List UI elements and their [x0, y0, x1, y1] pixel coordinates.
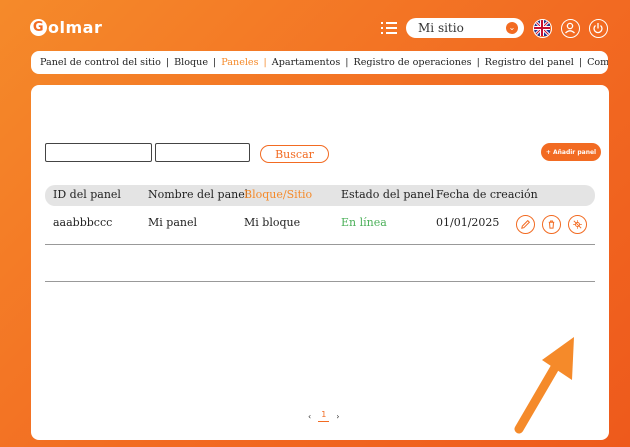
unlink-icon[interactable] — [568, 215, 587, 234]
column-header-status: Estado del panel — [341, 188, 435, 201]
nav-separator: | — [345, 57, 349, 68]
golmar-logo: G olmar — [30, 18, 102, 37]
list-icon[interactable] — [381, 20, 397, 36]
nav-separator: | — [578, 57, 583, 68]
nav-separator: | — [165, 57, 170, 68]
column-header-block: Bloque/Sitio — [244, 188, 313, 201]
site-select-value: Mi sitio — [418, 21, 464, 35]
nav-separator: | — [476, 57, 480, 68]
logo-text: olmar — [48, 18, 103, 37]
add-panel-button[interactable]: + Añadir panel — [541, 143, 601, 161]
logout-icon[interactable] — [589, 18, 608, 38]
chevron-down-icon: ⌄ — [506, 22, 518, 34]
pagination: ‹ 1 › — [308, 410, 340, 422]
prev-page-button[interactable]: ‹ — [308, 412, 311, 421]
main-panel: Buscar + Añadir panel ID del panel Nombr… — [31, 85, 609, 440]
nav-item-panel-log[interactable]: Registro del panel — [485, 57, 574, 68]
search-input-2[interactable] — [155, 143, 250, 162]
page-number-current[interactable]: 1 — [318, 410, 330, 422]
next-page-button[interactable]: › — [336, 412, 339, 421]
cell-panel-id: aaabbbccc — [53, 216, 113, 229]
nav-separator: | — [213, 57, 217, 68]
table-header: ID del panel Nombre del panel Bloque/Sit… — [45, 185, 595, 206]
uk-flag-icon[interactable] — [533, 18, 552, 38]
main-nav: Panel de control del sitio | Bloque | Pa… — [31, 51, 608, 74]
logo-letter: G — [30, 19, 47, 36]
arrow-pointer-icon — [514, 337, 574, 434]
cell-status: En línea — [341, 216, 387, 229]
cell-date: 01/01/2025 — [436, 216, 500, 229]
edit-icon[interactable] — [516, 215, 535, 234]
table-row: aaabbbccc Mi panel Mi bloque En línea 01… — [45, 211, 595, 245]
search-input-1[interactable] — [45, 143, 152, 162]
table-divider — [45, 281, 595, 282]
site-select[interactable]: Mi sitio ⌄ — [406, 18, 524, 38]
cell-block: Mi bloque — [244, 216, 301, 229]
user-icon[interactable] — [561, 18, 580, 38]
nav-item-operations-log[interactable]: Registro de operaciones — [353, 57, 471, 68]
nav-item-apartments[interactable]: Apartamentos — [272, 57, 340, 68]
search-button[interactable]: Buscar — [260, 145, 329, 163]
column-header-id: ID del panel — [53, 188, 121, 201]
column-header-date: Fecha de creación — [436, 188, 538, 201]
column-header-name: Nombre del panel — [148, 188, 249, 201]
nav-item-site-dashboard[interactable]: Panel de control del sitio — [40, 57, 161, 68]
delete-icon[interactable] — [542, 215, 561, 234]
nav-item-panels[interactable]: Paneles — [221, 57, 258, 68]
cell-panel-name: Mi panel — [148, 216, 197, 229]
nav-separator: | — [263, 57, 267, 68]
row-actions — [516, 215, 587, 234]
nav-item-block[interactable]: Bloque — [174, 57, 208, 68]
nav-item-announcements[interactable]: Comunicados — [587, 57, 608, 68]
header-actions: Mi sitio ⌄ — [381, 18, 608, 38]
